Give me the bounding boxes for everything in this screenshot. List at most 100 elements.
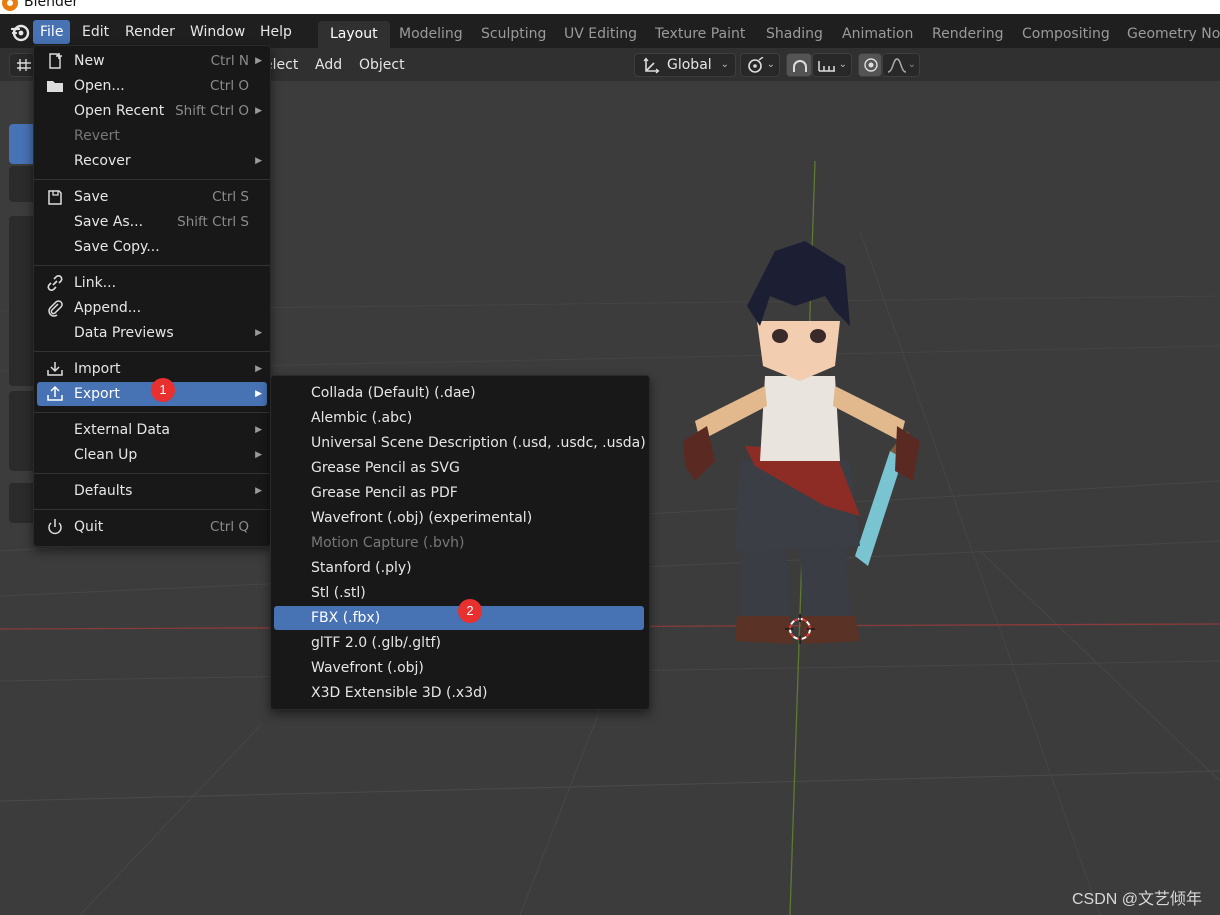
menu-item-clean-up[interactable]: Clean Up ▶ — [37, 443, 267, 467]
submenu-arrow-icon: ▶ — [255, 56, 262, 66]
menu-item-label: Collada (Default) (.dae) — [311, 385, 476, 401]
pivot-icon — [748, 57, 764, 73]
tab-rendering[interactable]: Rendering — [920, 21, 1016, 48]
tab-sculpting[interactable]: Sculpting — [469, 21, 558, 48]
menu-item-label: Defaults — [74, 483, 133, 499]
menu-add[interactable]: Add — [315, 53, 342, 77]
blender-logo-icon[interactable] — [10, 22, 30, 42]
submenu-arrow-icon: ▶ — [255, 450, 262, 460]
3d-cursor-icon[interactable] — [785, 614, 815, 644]
menu-item-new[interactable]: New Ctrl N ▶ — [37, 49, 267, 73]
menu-item-append[interactable]: Append... — [37, 296, 267, 320]
menu-item-label: Save As... — [74, 214, 144, 230]
top-bar: File Edit Render Window Help Layout Mode… — [0, 14, 1220, 48]
character-model[interactable] — [675, 236, 935, 656]
transform-orientation-dropdown[interactable]: Global ⌄ — [634, 53, 736, 77]
menu-item-external-data[interactable]: External Data ▶ — [37, 418, 267, 442]
shortcut-text: Shift Ctrl O — [175, 103, 249, 119]
menu-item-quit[interactable]: Quit Ctrl Q — [37, 515, 267, 539]
pivot-point-dropdown[interactable]: ⌄ — [740, 53, 780, 77]
menu-item-link[interactable]: Link... — [37, 271, 267, 295]
menu-file[interactable]: File — [33, 20, 71, 44]
tab-uv-editing[interactable]: UV Editing — [552, 21, 649, 48]
export-item-gltf[interactable]: glTF 2.0 (.glb/.gltf) — [274, 631, 644, 655]
export-item-wavefront-experimental[interactable]: Wavefront (.obj) (experimental) — [274, 506, 644, 530]
export-item-bvh: Motion Capture (.bvh) — [274, 531, 644, 555]
menu-item-label: Quit — [74, 519, 104, 535]
menu-item-label: Data Previews — [74, 325, 174, 341]
export-item-alembic[interactable]: Alembic (.abc) — [274, 406, 644, 430]
falloff-dropdown[interactable]: ⌄ — [882, 53, 920, 77]
os-title-bar: Blender — [0, 0, 1220, 14]
export-item-grease-pencil-pdf[interactable]: Grease Pencil as PDF — [274, 481, 644, 505]
magnet-icon — [793, 60, 807, 72]
menu-item-open[interactable]: Open... Ctrl O — [37, 74, 267, 98]
orientation-axes-icon — [643, 57, 660, 74]
menu-item-label: External Data — [74, 422, 170, 438]
export-item-ply[interactable]: Stanford (.ply) — [274, 556, 644, 580]
export-submenu: Collada (Default) (.dae) Alembic (.abc) … — [270, 375, 650, 710]
menu-item-label: Link... — [74, 275, 117, 291]
menu-item-label: glTF 2.0 (.glb/.gltf) — [311, 635, 441, 651]
menu-item-recover[interactable]: Recover ▶ — [37, 149, 267, 173]
tab-modeling[interactable]: Modeling — [387, 21, 475, 48]
export-item-wavefront[interactable]: Wavefront (.obj) — [274, 656, 644, 680]
tab-compositing[interactable]: Compositing — [1010, 21, 1122, 48]
snap-toggle[interactable] — [786, 53, 812, 77]
submenu-arrow-icon: ▶ — [255, 364, 262, 374]
tab-shading[interactable]: Shading — [754, 21, 835, 48]
menu-item-save-as[interactable]: Save As... Shift Ctrl S — [37, 210, 267, 234]
menu-item-save-copy[interactable]: Save Copy... — [37, 235, 267, 259]
menu-item-import[interactable]: Import ▶ — [37, 357, 267, 381]
menu-edit[interactable]: Edit — [75, 20, 116, 44]
menu-help[interactable]: Help — [253, 20, 299, 44]
submenu-arrow-icon: ▶ — [255, 156, 262, 166]
menu-item-defaults[interactable]: Defaults ▶ — [37, 479, 267, 503]
menu-item-label: Save — [74, 189, 109, 205]
menu-window[interactable]: Window — [183, 20, 252, 44]
menu-item-label: Revert — [74, 128, 120, 144]
menu-item-label: Append... — [74, 300, 142, 316]
menu-item-label: Wavefront (.obj) (experimental) — [311, 510, 533, 526]
menu-item-save[interactable]: Save Ctrl S — [37, 185, 267, 209]
menu-object[interactable]: Object — [359, 53, 405, 77]
submenu-arrow-icon: ▶ — [255, 328, 262, 338]
menu-item-open-recent[interactable]: Open Recent Shift Ctrl O ▶ — [37, 99, 267, 123]
menu-item-label: Open Recent — [74, 103, 165, 119]
tab-layout[interactable]: Layout — [318, 21, 390, 48]
tab-geometry-nodes[interactable]: Geometry Noc — [1115, 21, 1220, 48]
menu-separator — [34, 265, 270, 266]
submenu-arrow-icon: ▶ — [255, 389, 262, 399]
menu-item-label: New — [74, 53, 105, 69]
falloff-curve-icon — [887, 58, 907, 73]
tab-animation[interactable]: Animation — [830, 21, 925, 48]
menu-item-label: Stanford (.ply) — [311, 560, 412, 576]
snap-target-dropdown[interactable]: ⌄ — [812, 53, 852, 77]
menu-separator — [34, 179, 270, 180]
proportional-editing-toggle[interactable] — [858, 53, 882, 77]
snap-increment-icon — [818, 61, 835, 72]
menu-item-label: Motion Capture (.bvh) — [311, 535, 465, 551]
export-item-grease-pencil-svg[interactable]: Grease Pencil as SVG — [274, 456, 644, 480]
menu-item-data-previews[interactable]: Data Previews ▶ — [37, 321, 267, 345]
watermark: CSDN @文艺倾年 — [1071, 891, 1202, 908]
menu-item-label: Clean Up — [74, 447, 138, 463]
menu-render[interactable]: Render — [118, 20, 182, 44]
blender-app-icon — [2, 0, 18, 11]
export-item-stl[interactable]: Stl (.stl) — [274, 581, 644, 605]
shortcut-text: Ctrl Q — [210, 519, 249, 535]
tab-texture-paint[interactable]: Texture Paint — [643, 21, 757, 48]
shortcut-text: Shift Ctrl S — [177, 214, 249, 230]
export-item-x3d[interactable]: X3D Extensible 3D (.x3d) — [274, 681, 644, 705]
menu-separator — [34, 509, 270, 510]
window-title: Blender — [24, 0, 79, 10]
link-icon — [47, 275, 63, 291]
shortcut-text: Ctrl N — [210, 53, 249, 69]
proportional-edit-icon — [864, 58, 878, 72]
menu-separator — [34, 412, 270, 413]
export-item-collada[interactable]: Collada (Default) (.dae) — [274, 381, 644, 405]
menu-item-label: Recover — [74, 153, 131, 169]
export-item-usd[interactable]: Universal Scene Description (.usd, .usdc… — [274, 431, 646, 455]
menu-item-revert: Revert — [37, 124, 267, 148]
step-badge-2: 2 — [458, 599, 482, 623]
